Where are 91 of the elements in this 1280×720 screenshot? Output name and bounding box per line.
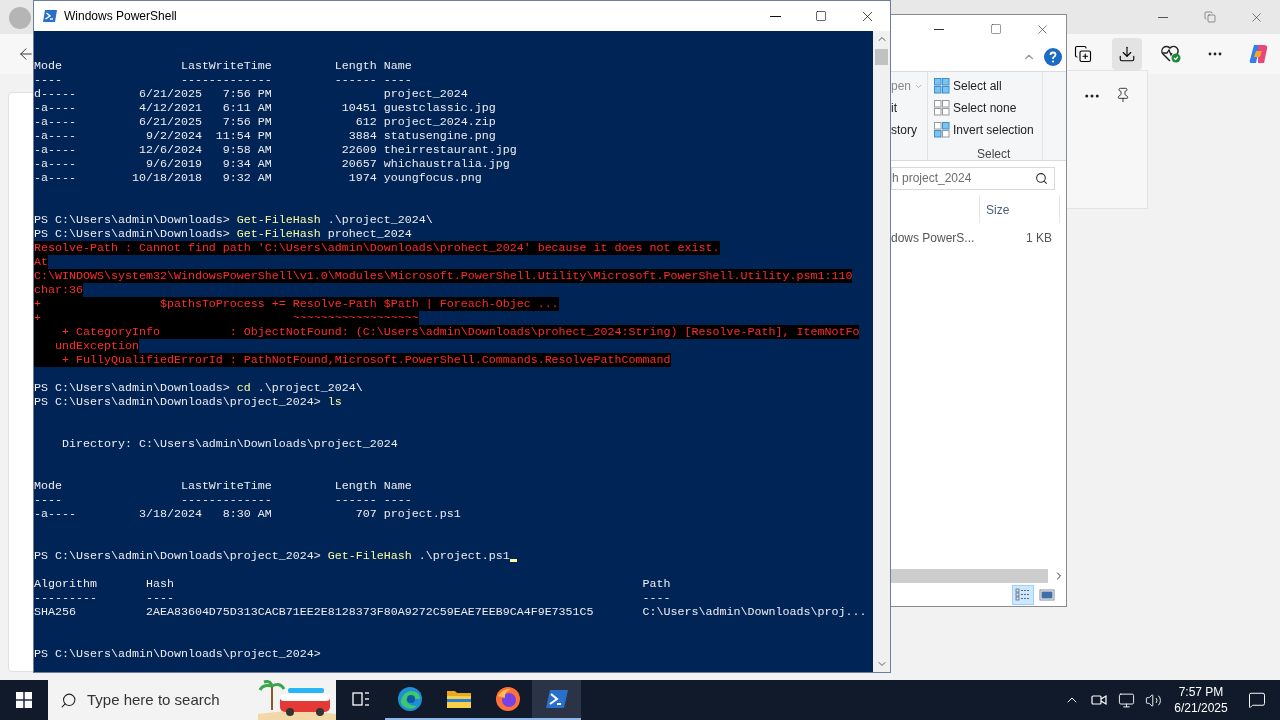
console-output: -a---- 4/12/2021 6:11 AM 10451 guestclassic.jpg: [34, 101, 496, 115]
camera-icon[interactable]: [1090, 692, 1108, 708]
taskbar-app[interactable]: [532, 680, 581, 720]
command-argument: .\project_2024\: [327, 213, 433, 227]
minimize-icon: [769, 15, 781, 17]
edge-browser-icon: [396, 686, 423, 712]
prompt-text: PS C:\Users\admin\Downloads\project_2024>: [34, 549, 321, 563]
ribbon-command[interactable]: Invert selection: [934, 122, 1042, 138]
copilot-logo-icon: [1248, 43, 1270, 65]
error-message: Resolve-Path : Cannot find path 'C:\Users\admin\Downloads\prohect_2024' because it does not exist.: [34, 241, 720, 255]
task-view-icon: [350, 690, 371, 708]
console-output: -a---- 9/2/2024 11:54 PM 3884 statusengine.png: [34, 129, 496, 143]
console-output: -a---- 9/6/2019 9:34 AM 20657 whichaustralia.jpg: [34, 157, 510, 171]
command-text: cd: [236, 381, 251, 395]
toolbar-button[interactable]: [1112, 38, 1142, 70]
search-field[interactable]: h project_2024: [891, 166, 1055, 190]
console-output: Directory: C:\Users\admin\Downloads\project_2024: [60, 437, 398, 451]
grid-icon: [934, 78, 950, 94]
heart-check-icon: [1160, 44, 1182, 64]
error-message: char:36: [34, 283, 83, 297]
notification-icon: [1248, 691, 1266, 709]
console-output: -a---- 3/18/2024 8:30 AM 707 project.ps1: [34, 507, 461, 521]
console-output: Algorithm Hash Path: [34, 577, 671, 591]
ribbon-group-label: Select: [977, 146, 1012, 163]
command-argument: .\project.ps1: [418, 549, 510, 563]
console-output: d----- 6/21/2025 7:56 PM project_2024: [34, 87, 468, 101]
search-icon: [60, 691, 77, 709]
error-message: At: [34, 255, 48, 269]
preview-view-icon: [1039, 588, 1055, 602]
view-button[interactable]: [1012, 585, 1034, 605]
network-icon[interactable]: [1118, 691, 1135, 709]
error-message: + CategoryInfo : ObjectNotFound: (C:\Users\admin\Downloads\prohect_2024:String) [Resolve-Path], ItemNotFo: [34, 325, 860, 339]
clock[interactable]: 7:57 PM 6/21/2025: [1168, 680, 1234, 720]
scrollbar-thumb[interactable]: [875, 49, 888, 65]
window-title: Windows PowerShell: [64, 8, 177, 25]
console-output: ---- ------------- ------ ----: [34, 493, 412, 507]
maximize-icon: [815, 10, 827, 22]
error-message: + ~~~~~~~~~~~~~~~~~~: [34, 311, 419, 325]
details-view-icon: [1015, 588, 1031, 602]
error-message: undException: [34, 339, 139, 353]
volume-icon[interactable]: [1145, 691, 1162, 709]
ribbon-item[interactable]: it: [891, 99, 897, 117]
prompt-text: PS C:\Users\admin\Downloads>: [34, 227, 230, 241]
console-output: ---- ------------- ------ ----: [34, 73, 412, 87]
command-argument: .\project_2024\: [257, 381, 363, 395]
prompt-text: PS C:\Users\admin\Downloads>: [34, 381, 230, 395]
minimize-icon: [1157, 16, 1168, 18]
command-argument: prohect_2024: [327, 227, 412, 241]
ribbon-command[interactable]: Select all: [934, 78, 1042, 94]
download-icon: [1118, 45, 1136, 63]
powershell-icon: [544, 689, 569, 709]
scrollbar-thumb[interactable]: [891, 569, 1048, 583]
restore-icon: [1203, 11, 1216, 23]
command-text: Get-FileHash: [327, 549, 412, 563]
column-header[interactable]: Size: [980, 195, 1060, 223]
search-icon: [1035, 171, 1048, 185]
pin-icon[interactable]: [1115, 87, 1131, 103]
grid-icon: [934, 122, 950, 138]
error-message: + $pathsToProcess += Resolve-Path $Path | Foreach-Objec ...: [34, 297, 559, 311]
firefox-icon: [494, 686, 521, 712]
back-icon[interactable]: [17, 45, 35, 63]
console-output: SHA256 2AEA83604D75D313CACB71EE2E8128373F80A9272C59EAE7EEB9CA4F9E7351C5 C:\Users\admin\Downloads\proj...: [34, 605, 867, 619]
collections-icon: [1074, 45, 1092, 63]
file-name: dows PowerS...: [891, 230, 976, 247]
minimize-icon: [934, 28, 944, 30]
maximize-icon: [990, 23, 1002, 35]
prompt-text: PS C:\Users\admin\Downloads>: [34, 213, 230, 227]
powershell-icon: [42, 9, 58, 23]
grid-icon: [934, 100, 950, 116]
command-text: Get-FileHash: [236, 213, 321, 227]
taskbar-search-field[interactable]: Type here to search: [48, 680, 336, 720]
console-output: -a---- 6/21/2025 7:56 PM 612 project_2024.zip: [34, 115, 496, 129]
file-size: 1 KB: [1025, 230, 1052, 247]
windows-logo-icon: [16, 692, 32, 708]
folder-icon: [445, 688, 472, 710]
error-message: C:\WINDOWS\system32\WindowsPowerShell\v1.0\Modules\Microsoft.PowerShell.Utility\Microsoft.PowerShell.Utility.psm1:110: [34, 269, 853, 283]
file-row[interactable]: dows PowerS... 1 KB: [891, 227, 1066, 249]
console-output: -a---- 12/6/2024 9:58 AM 22609 theirrestaurant.jpg: [34, 143, 517, 157]
prompt-text: PS C:\Users\admin\Downloads\project_2024>: [34, 647, 321, 661]
help-icon[interactable]: [1044, 48, 1062, 66]
console-output: Mode LastWriteTime Length Name: [34, 59, 412, 73]
command-text: Get-FileHash: [236, 227, 321, 241]
error-message: + FullyQualifiedErrorId : PathNotFound,Microsoft.PowerShell.Commands.ResolvePathCommand: [34, 353, 671, 367]
more-icon: [1208, 52, 1222, 56]
console-output: Mode LastWriteTime Length Name: [34, 479, 412, 493]
command-text: ls: [327, 395, 342, 409]
console-output: -a---- 10/18/2018 9:32 AM 1974 youngfocus.png: [34, 171, 482, 185]
console-output: --------- ---- ----: [34, 591, 671, 605]
prompt-text: PS C:\Users\admin\Downloads\project_2024>: [34, 395, 321, 409]
ribbon-item[interactable]: story: [891, 121, 917, 139]
ribbon-command[interactable]: Select none: [934, 100, 1042, 116]
